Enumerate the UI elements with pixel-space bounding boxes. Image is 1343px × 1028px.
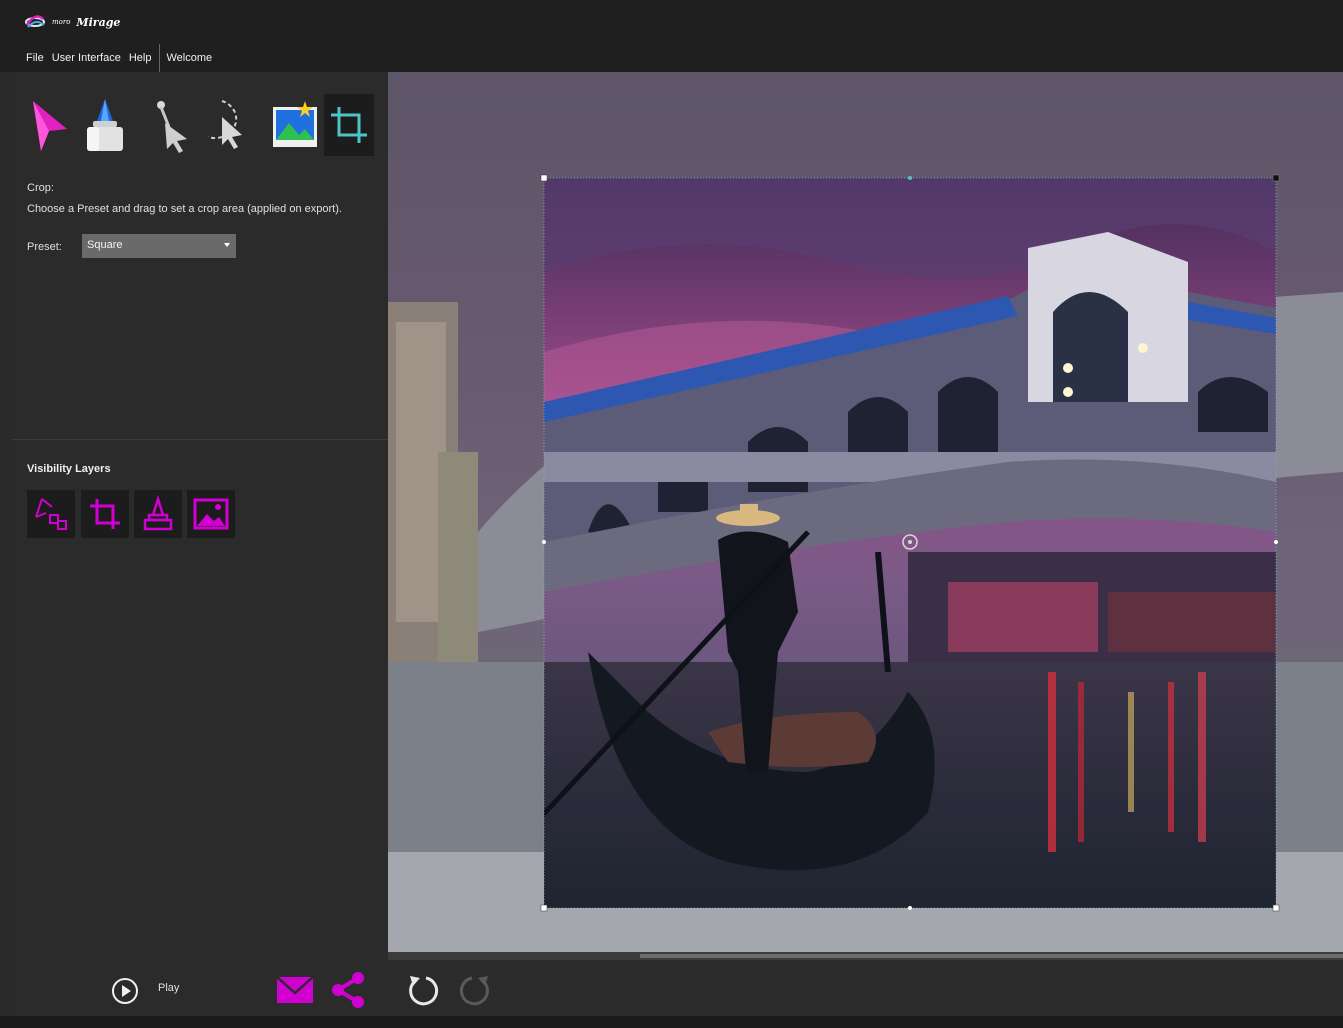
left-panel: Crop: Choose a Preset and drag to set a … [12, 72, 388, 1016]
menu-user-interface[interactable]: User Interface [52, 52, 121, 64]
horizontal-scrollbar[interactable] [388, 952, 1343, 960]
crop-layer-icon [90, 499, 120, 529]
visibility-layers-title: Visibility Layers [27, 463, 111, 475]
panel-divider [12, 439, 388, 440]
bottom-bar: Play [12, 960, 1343, 1016]
menu-help[interactable]: Help [129, 52, 152, 64]
menu-file[interactable]: File [26, 52, 44, 64]
play-label: Play [158, 982, 180, 994]
menu-bar: File User Interface Help Welcome [0, 44, 1343, 72]
mail-icon [276, 976, 314, 1003]
select-arrow-icon [33, 101, 67, 151]
pen-pointer-icon [157, 101, 187, 153]
menu-welcome[interactable]: Welcome [166, 52, 212, 64]
lasso-select-icon [207, 100, 242, 149]
preset-label: Preset: [27, 241, 62, 253]
lasso-select-tool[interactable] [200, 94, 250, 156]
path-layer-icon [35, 498, 67, 530]
redo-icon [459, 976, 489, 1006]
status-bar [0, 1016, 1343, 1028]
app-logo: moro Mirage [24, 14, 120, 30]
visibility-image-layer-button[interactable] [187, 490, 235, 538]
eraser-tool[interactable] [78, 94, 128, 156]
eraser-icon [87, 99, 123, 151]
undo-icon [409, 976, 439, 1006]
visibility-path-layer-button[interactable] [27, 490, 75, 538]
image-layer-tool[interactable] [270, 94, 320, 156]
stamp-layer-icon [143, 495, 173, 531]
title-bar: moro Mirage [0, 0, 1343, 44]
logo-small-text: moro [52, 18, 71, 26]
crop-title: Crop: [27, 182, 54, 194]
email-button[interactable] [276, 973, 314, 1012]
undo-button[interactable] [404, 972, 440, 1013]
play-icon [112, 978, 138, 1004]
image-canvas[interactable] [388, 72, 1343, 952]
horizontal-scroll-thumb[interactable] [640, 954, 1343, 958]
share-icon [332, 972, 364, 1008]
crop-icon [331, 107, 367, 143]
logo-icon [25, 15, 45, 28]
visibility-stamp-layer-button[interactable] [134, 490, 182, 538]
preset-value: Square [87, 239, 123, 251]
redo-button[interactable] [458, 972, 494, 1013]
chevron-down-icon [224, 243, 230, 247]
select-arrow-tool[interactable] [24, 94, 74, 156]
crop-description: Choose a Preset and drag to set a crop a… [27, 203, 342, 215]
play-button[interactable] [110, 976, 140, 1011]
preset-dropdown[interactable]: Square [82, 234, 236, 258]
image-layer-icon [193, 498, 229, 530]
canvas-photo [388, 72, 1343, 952]
pen-pointer-tool[interactable] [146, 94, 196, 156]
image-layer-icon [273, 101, 317, 147]
visibility-crop-layer-button[interactable] [81, 490, 129, 538]
menu-separator [159, 44, 161, 72]
share-button[interactable] [330, 972, 366, 1013]
crop-tool[interactable] [324, 94, 374, 156]
logo-large-text: Mirage [76, 15, 121, 29]
